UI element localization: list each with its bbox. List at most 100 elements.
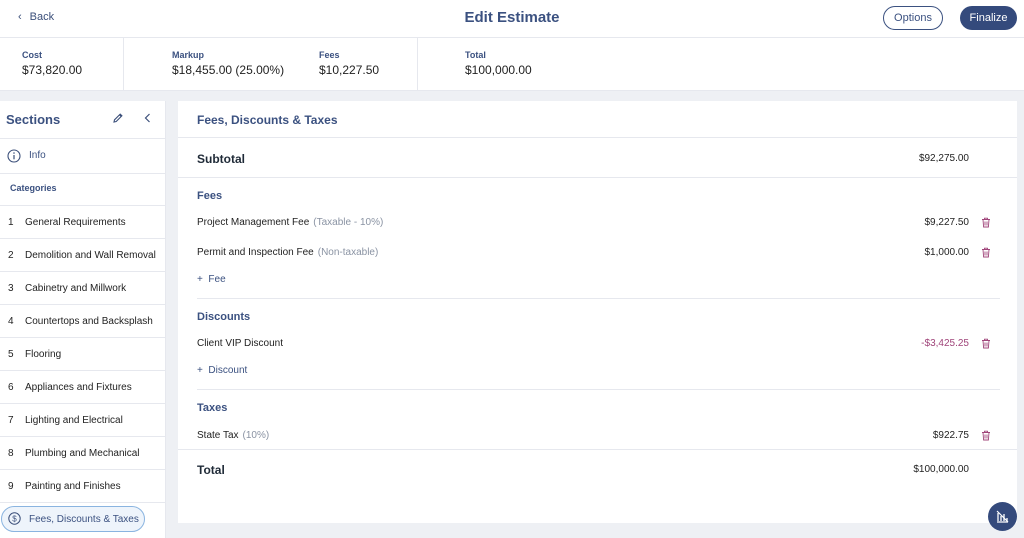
sidebar-item-fees-discounts-taxes[interactable]: $ Fees, Discounts & Taxes [1, 506, 145, 532]
discounts-heading: Discounts [197, 311, 251, 323]
sidebar-title: Sections [6, 112, 61, 127]
plus-icon: + [197, 274, 209, 285]
category-label: Countertops and Backsplash [25, 316, 153, 327]
sidebar-item-label: Info [29, 150, 46, 161]
fees-panel: Fees, Discounts & Taxes Subtotal $92,275… [178, 101, 1017, 523]
info-icon [7, 149, 21, 163]
category-number: 9 [8, 481, 14, 492]
category-number: 4 [8, 316, 14, 327]
total-label: Total [197, 463, 225, 477]
summary-fees-value: $10,227.50 [319, 63, 380, 77]
fee-amount: $9,227.50 [924, 217, 970, 228]
dollar-circle-icon: $ [8, 512, 21, 525]
sidebar-item-category[interactable]: 9 Painting and Finishes [0, 470, 165, 503]
fee-row-label: Permit and Inspection Fee (Non-taxable) [197, 247, 378, 258]
sidebar-item-info[interactable]: Info [0, 139, 165, 174]
divider [178, 449, 1017, 450]
category-number: 6 [8, 382, 14, 393]
fee-note: (Non-taxable) [317, 247, 379, 258]
page-title: Edit Estimate [464, 9, 560, 26]
category-number: 3 [8, 283, 14, 294]
summary-total-label: Total [465, 50, 486, 60]
category-label: General Requirements [25, 217, 126, 228]
categories-heading: Categories [0, 174, 165, 206]
divider [178, 177, 1017, 178]
divider [123, 38, 124, 91]
summary-markup-label: Markup [172, 50, 205, 60]
category-label: Painting and Finishes [25, 481, 121, 492]
finalize-button[interactable]: Finalize [960, 6, 1017, 30]
categories-label: Categories [10, 183, 57, 193]
divider [197, 389, 1000, 390]
trash-icon[interactable] [981, 217, 991, 228]
fee-amount: $1,000.00 [924, 247, 970, 258]
category-number: 8 [8, 448, 14, 459]
sidebar-item-label: Fees, Discounts & Taxes [29, 514, 139, 525]
sidebar-item-category[interactable]: 3 Cabinetry and Millwork [0, 272, 165, 305]
category-label: Lighting and Electrical [25, 415, 123, 426]
sidebar-item-category[interactable]: 6 Appliances and Fixtures [0, 371, 165, 404]
sidebar-header: Sections [0, 101, 165, 139]
category-number: 7 [8, 415, 14, 426]
tax-row-label: State Tax (10%) [197, 430, 269, 441]
category-label: Appliances and Fixtures [25, 382, 132, 393]
svg-text:$: $ [12, 514, 17, 523]
tax-note: (10%) [242, 430, 270, 441]
category-label: Flooring [25, 349, 62, 360]
fee-note: (Taxable - 10%) [313, 217, 384, 228]
summary-fees: Fees $10,227.50 [319, 50, 379, 77]
fee-label: Project Management Fee [197, 217, 310, 228]
category-number: 2 [8, 250, 14, 261]
divider [197, 298, 1000, 299]
sidebar-item-category[interactable]: 4 Countertops and Backsplash [0, 305, 165, 338]
sections-sidebar: Sections Info Categories 1 General Requir… [0, 101, 166, 538]
summary-bar: Cost $73,820.00 Markup $18,455.00 (25.00… [0, 38, 1024, 91]
summary-total-value: $100,000.00 [465, 63, 532, 77]
fee-label: Permit and Inspection Fee [197, 247, 314, 258]
summary-markup-value: $18,455.00 (25.00%) [172, 63, 285, 77]
trash-icon[interactable] [981, 430, 991, 441]
panel-title: Fees, Discounts & Taxes [197, 113, 338, 127]
summary-fees-label: Fees [319, 50, 340, 60]
options-button[interactable]: Options [883, 6, 943, 30]
add-discount-label: Discount [208, 365, 248, 376]
panel-header: Fees, Discounts & Taxes [178, 101, 1017, 138]
add-discount-button[interactable]: + Discount [197, 365, 247, 376]
subtotal-value: $92,275.00 [918, 153, 969, 164]
add-fee-label: Fee [208, 274, 226, 285]
chevron-left-icon[interactable] [142, 112, 154, 124]
category-number: 1 [8, 217, 14, 228]
subtotal-label: Subtotal [197, 152, 245, 166]
category-label: Plumbing and Mechanical [25, 448, 140, 459]
discount-amount: -$3,425.25 [921, 338, 969, 349]
summary-total: Total $100,000.00 [465, 50, 532, 77]
plus-icon: + [197, 365, 209, 376]
category-label: Demolition and Wall Removal [25, 250, 156, 261]
tax-label: State Tax [197, 430, 239, 441]
pencil-icon[interactable] [112, 112, 124, 124]
fee-row-label: Project Management Fee (Taxable - 10%) [197, 217, 383, 228]
total-value: $100,000.00 [913, 464, 969, 475]
summary-cost: Cost $73,820.00 [22, 50, 82, 77]
category-number: 5 [8, 349, 14, 360]
sidebar-item-category[interactable]: 8 Plumbing and Mechanical [0, 437, 165, 470]
divider [417, 38, 418, 91]
top-bar: ‹ Back Edit Estimate Options Finalize [0, 0, 1024, 38]
trash-icon[interactable] [981, 247, 991, 258]
floating-action-button[interactable] [988, 502, 1017, 531]
tax-amount: $922.75 [932, 430, 969, 441]
add-fee-button[interactable]: + Fee [197, 274, 226, 285]
sidebar-item-category[interactable]: 5 Flooring [0, 338, 165, 371]
category-label: Cabinetry and Millwork [25, 283, 127, 294]
summary-cost-label: Cost [22, 50, 42, 60]
sidebar-item-category[interactable]: 1 General Requirements [0, 206, 165, 239]
sidebar-item-category[interactable]: 7 Lighting and Electrical [0, 404, 165, 437]
taxes-heading: Taxes [197, 402, 228, 414]
discount-label: Client VIP Discount [197, 338, 283, 349]
sidebar-item-category[interactable]: 2 Demolition and Wall Removal [0, 239, 165, 272]
summary-markup: Markup $18,455.00 (25.00%) [172, 50, 284, 77]
fees-heading: Fees [197, 190, 223, 202]
trash-icon[interactable] [981, 338, 991, 349]
summary-cost-value: $73,820.00 [22, 63, 83, 77]
chart-icon [996, 510, 1009, 523]
